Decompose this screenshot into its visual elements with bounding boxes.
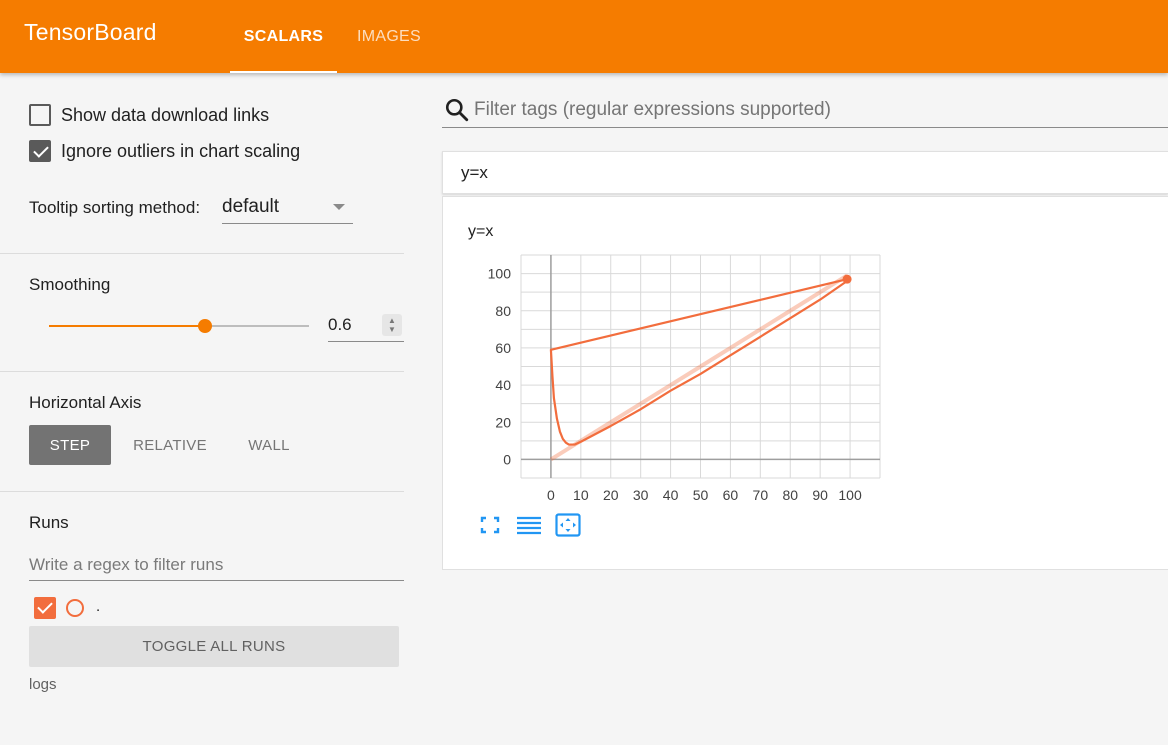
y-tick-label: 80 (495, 303, 511, 319)
show-download-links-checkbox[interactable]: Show data download links (29, 104, 269, 126)
dropdown-caret-icon (333, 203, 345, 210)
fullscreen-icon[interactable] (477, 513, 503, 537)
run-radio[interactable] (66, 599, 84, 617)
sidebar: Show data download links Ignore outliers… (0, 73, 404, 745)
axis-wall-button[interactable]: WALL (236, 425, 302, 465)
divider (0, 491, 404, 492)
tab-scalars[interactable]: SCALARS (230, 0, 337, 73)
x-tick-label: 30 (633, 487, 649, 503)
divider (0, 253, 404, 254)
last-point-marker (842, 274, 852, 284)
tooltip-sorting-value: default (222, 195, 280, 217)
x-tick-label: 90 (812, 487, 828, 503)
axis-relative-button[interactable]: RELATIVE (124, 425, 216, 465)
y-tick-label: 40 (495, 377, 511, 393)
checkbox-box[interactable] (29, 140, 51, 162)
x-tick-label: 50 (693, 487, 709, 503)
top-bar: TensorBoard SCALARS IMAGES (0, 0, 1168, 73)
smoothing-title: Smoothing (29, 275, 111, 294)
x-tick-label: 0 (547, 487, 555, 503)
chart-card: y=x 0 10 20 30 40 50 60 70 80 90 100 0 20 40 60 80 100 (442, 196, 1168, 570)
show-download-links-label: Show data download links (61, 104, 270, 125)
search-icon (445, 98, 469, 122)
slider-fill (49, 325, 205, 327)
axis-step-button[interactable]: STEP (29, 425, 111, 465)
run-name: . (96, 598, 101, 615)
spinner-icon[interactable]: ▲ ▼ (382, 314, 402, 336)
x-tick-label: 60 (723, 487, 739, 503)
run-filter-input[interactable]: Write a regex to filter runs (29, 549, 404, 581)
x-tick-label: 40 (663, 487, 679, 503)
y-tick-label: 0 (503, 451, 511, 467)
x-tick-label: 20 (603, 487, 619, 503)
tab-images[interactable]: IMAGES (344, 0, 434, 73)
tag-filter-placeholder: Filter tags (regular expressions support… (474, 99, 831, 120)
run-filter-placeholder: Write a regex to filter runs (29, 554, 224, 574)
y-tick-label: 60 (495, 340, 511, 356)
toggle-all-runs-button[interactable]: TOGGLE ALL RUNS (29, 626, 399, 667)
tooltip-sorting-label: Tooltip sorting method: (29, 198, 201, 217)
smoothing-slider[interactable] (49, 319, 309, 333)
logdir-label: logs (29, 676, 57, 693)
y-tick-label: 100 (488, 266, 512, 282)
x-tick-label: 10 (573, 487, 589, 503)
runs-title: Runs (29, 513, 69, 532)
x-tick-label: 70 (753, 487, 769, 503)
tooltip-sorting-select[interactable]: default (222, 190, 353, 224)
ignore-outliers-checkbox[interactable]: Ignore outliers in chart scaling (29, 140, 300, 162)
raw-series-line (549, 273, 849, 462)
horizontal-axis-title: Horizontal Axis (29, 393, 142, 412)
tag-filter-input[interactable]: Filter tags (regular expressions support… (442, 93, 1168, 128)
y-tick-label: 20 (495, 414, 511, 430)
x-tick-label: 80 (782, 487, 798, 503)
checkbox-box[interactable] (29, 104, 51, 126)
scalar-chart[interactable]: 0 10 20 30 40 50 60 70 80 90 100 0 20 40 60 80 100 (443, 197, 1168, 571)
data-table-icon[interactable] (516, 513, 542, 537)
slider-thumb[interactable] (198, 319, 212, 333)
run-checkbox[interactable] (34, 597, 56, 619)
smoothing-input[interactable]: 0.6 ▲ ▼ (328, 309, 404, 342)
divider (0, 371, 404, 372)
category-header[interactable]: y=x (442, 151, 1168, 194)
smoothing-value: 0.6 (328, 315, 352, 334)
x-tick-label: 100 (838, 487, 862, 503)
category-title: y=x (461, 162, 488, 182)
ignore-outliers-label: Ignore outliers in chart scaling (61, 140, 301, 161)
app-title: TensorBoard (24, 19, 157, 45)
fit-domain-icon[interactable] (555, 513, 581, 537)
